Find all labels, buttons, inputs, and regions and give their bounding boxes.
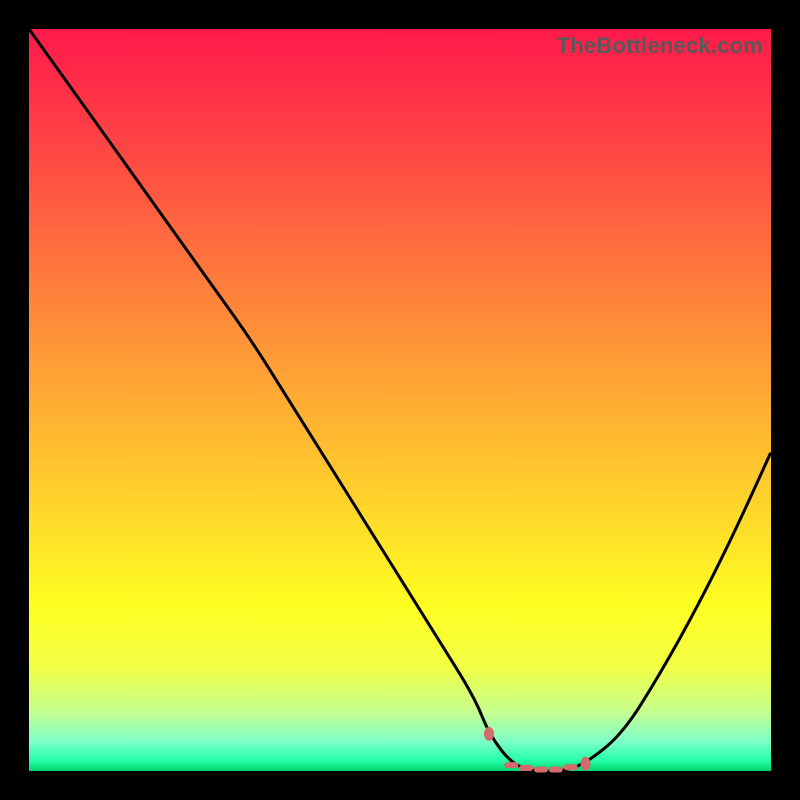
chart-frame: TheBottleneck.com <box>0 0 800 800</box>
marker-dot <box>581 757 591 771</box>
marker-dash <box>519 765 533 771</box>
bottleneck-curve-path <box>29 29 771 771</box>
marker-dash <box>564 764 578 770</box>
marker-dash <box>549 767 563 773</box>
marker-dash <box>504 762 518 768</box>
plot-area: TheBottleneck.com <box>29 29 771 771</box>
marker-dash <box>534 767 548 773</box>
curve-layer <box>29 29 771 771</box>
marker-dot <box>484 727 494 741</box>
